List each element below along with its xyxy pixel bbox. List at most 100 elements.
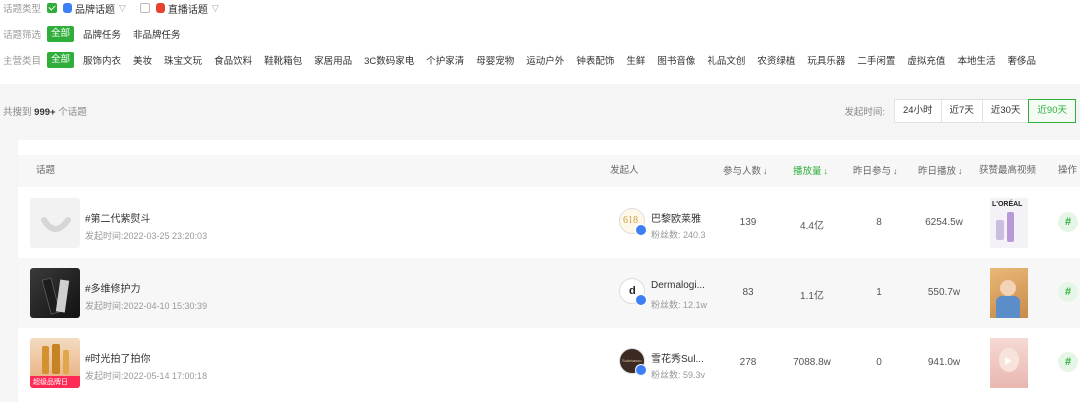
time-option-30d[interactable]: 近30天 (981, 99, 1030, 123)
category-all[interactable]: 全部 (47, 52, 75, 68)
category-item[interactable]: 美妆 (133, 53, 152, 67)
category-row: 主营类目 全部 服饰内衣 美妆 珠宝文玩 食品饮料 鞋靴箱包 家居用品 3C数码… (0, 50, 1036, 70)
avatar[interactable]: d (619, 278, 647, 306)
top-video-thumbnail[interactable] (990, 268, 1028, 318)
plays-value: 4.4亿 (800, 221, 824, 232)
product-image (1007, 212, 1014, 242)
time-option-90d[interactable]: 近90天 (1028, 99, 1076, 123)
header-topic: 话题 (36, 165, 56, 176)
yesterday-participants-value: 0 (876, 357, 882, 368)
topic-action-button[interactable]: # (1058, 212, 1078, 232)
filter-panel: 话题类型 品牌话题 ▽ 直播话题 ▽ 话题筛选 全部 品牌任务 非品牌任务 主营… (0, 0, 1080, 84)
category-item[interactable]: 玩具乐器 (807, 53, 845, 67)
category-item[interactable]: 农资绿植 (757, 53, 795, 67)
result-count-value: 999+ (34, 107, 56, 118)
category-item[interactable]: 奢侈品 (1007, 53, 1036, 67)
top-video-thumbnail[interactable]: L'ORÉAL (990, 198, 1028, 248)
category-item[interactable]: 3C数码家电 (364, 53, 414, 67)
creator-fans: 粉丝数: 240.3 (651, 230, 706, 240)
yesterday-participants-value: 1 (876, 287, 882, 298)
creator-name[interactable]: Dermalogi... (651, 280, 707, 291)
yesterday-plays-value: 550.7w (927, 287, 961, 298)
promo-caption: 超级品牌日 (33, 379, 68, 386)
category-label: 主营类目 (3, 56, 42, 67)
sort-arrow-icon: ↓ (823, 166, 829, 176)
live-topic-option[interactable]: 直播话题 ▽ (139, 1, 219, 16)
video-figure (996, 296, 1020, 318)
header-participants[interactable]: 参与人数 ↓ (723, 155, 768, 187)
participants-value: 278 (739, 357, 757, 368)
category-item[interactable]: 鞋靴箱包 (264, 53, 302, 67)
product-image (42, 346, 49, 374)
category-item[interactable]: 珠宝文玩 (164, 53, 202, 67)
category-item[interactable]: 钟表配饰 (576, 53, 614, 67)
category-item[interactable]: 礼品文创 (707, 53, 745, 67)
category-item[interactable]: 运动户外 (526, 53, 564, 67)
topic-title[interactable]: #时光拍了拍你 (85, 350, 151, 365)
time-filter-label: 发起时间: (844, 107, 885, 118)
category-item[interactable]: 本地生活 (957, 53, 995, 67)
avatar-text: d (629, 285, 636, 297)
table-row[interactable]: #第二代紫熨斗 发起时间:2022-03-25 23:20:03 618 巴黎欧… (18, 188, 1080, 258)
plays-value: 7088.8w (793, 357, 831, 368)
category-item[interactable]: 家居用品 (314, 53, 352, 67)
avatar[interactable]: Sulwhasoo (619, 348, 647, 376)
time-option-7d[interactable]: 近7天 (940, 99, 983, 123)
category-item[interactable]: 虚拟充值 (907, 53, 945, 67)
verified-badge-icon (635, 224, 647, 236)
table-row[interactable]: #多维修护力 发起时间:2022-04-10 15:30:39 d Dermal… (18, 258, 1080, 328)
sort-arrow-icon: ↓ (893, 166, 898, 176)
yesterday-plays-value: 6254.5w (925, 217, 963, 228)
verified-badge-icon (635, 294, 647, 306)
category-item[interactable]: 母婴宠物 (476, 53, 514, 67)
brand-topic-icon (63, 3, 72, 13)
topic-filter-brand-task[interactable]: 品牌任务 (83, 27, 121, 41)
brand-topic-option[interactable]: 品牌话题 ▽ (47, 1, 126, 16)
header-creator: 发起人 (610, 165, 639, 176)
topic-action-button[interactable]: # (1058, 282, 1078, 302)
topic-action-button[interactable]: # (1058, 352, 1078, 372)
creator-name[interactable]: 雪花秀Sul... (651, 350, 707, 365)
topic-time: 发起时间:2022-05-14 17:00:18 (85, 371, 208, 381)
sort-arrow-icon: ↓ (763, 166, 768, 176)
video-brand-text: L'ORÉAL (992, 201, 1023, 208)
topic-thumbnail (30, 268, 80, 318)
plays-value: 1.1亿 (800, 291, 824, 302)
yesterday-plays-value: 941.0w (927, 357, 961, 368)
topic-time: 发起时间:2022-03-25 23:20:03 (85, 231, 208, 241)
verified-badge-icon (635, 364, 647, 376)
category-item[interactable]: 服饰内衣 (83, 53, 121, 67)
category-item[interactable]: 食品饮料 (214, 53, 252, 67)
topic-filter-all[interactable]: 全部 (47, 26, 75, 42)
participants-value: 139 (739, 217, 757, 228)
video-figure (1000, 280, 1016, 296)
avatar-text: 618 (623, 215, 638, 226)
time-option-24h[interactable]: 24小时 (893, 99, 942, 123)
product-image (63, 350, 69, 374)
topic-filter-non-brand-task[interactable]: 非品牌任务 (133, 27, 181, 41)
table-row[interactable]: 超级品牌日 #时光拍了拍你 发起时间:2022-05-14 17:00:18 S… (18, 328, 1080, 398)
result-count: 共搜到 999+ 个话题 (3, 107, 87, 118)
avatar-text: Sulwhasoo (622, 358, 642, 363)
category-item[interactable]: 个护家清 (426, 53, 464, 67)
category-item[interactable]: 二手闲置 (857, 53, 895, 67)
header-yesterday-participants[interactable]: 昨日参与 ↓ (853, 155, 898, 187)
creator-name[interactable]: 巴黎欧莱雅 (651, 210, 707, 225)
creator-fans: 粉丝数: 59.3v (651, 370, 706, 380)
live-topic-checkbox[interactable] (139, 3, 150, 13)
brand-topic-checkbox[interactable] (47, 3, 57, 13)
avatar[interactable]: 618 (619, 208, 647, 236)
creator-fans: 粉丝数: 12.1w (651, 300, 707, 310)
play-icon (1005, 357, 1012, 365)
top-video-thumbnail[interactable] (990, 338, 1028, 388)
category-item[interactable]: 生鲜 (626, 53, 645, 67)
topic-title[interactable]: #多维修护力 (85, 280, 141, 295)
table-header: 话题 发起人 参与人数 ↓ 播放量 ↓ 昨日参与 ↓ 昨日播放 ↓ 获赞最高视频 操作 (18, 155, 1080, 187)
topic-filter-row: 话题筛选 全部 品牌任务 非品牌任务 (0, 24, 193, 44)
header-plays[interactable]: 播放量 ↓ (793, 155, 828, 187)
category-item[interactable]: 图书音像 (657, 53, 695, 67)
participants-value: 83 (742, 287, 754, 298)
product-image (996, 220, 1004, 240)
header-yesterday-plays[interactable]: 昨日播放 ↓ (918, 155, 963, 187)
topic-title[interactable]: #第二代紫熨斗 (85, 210, 151, 225)
